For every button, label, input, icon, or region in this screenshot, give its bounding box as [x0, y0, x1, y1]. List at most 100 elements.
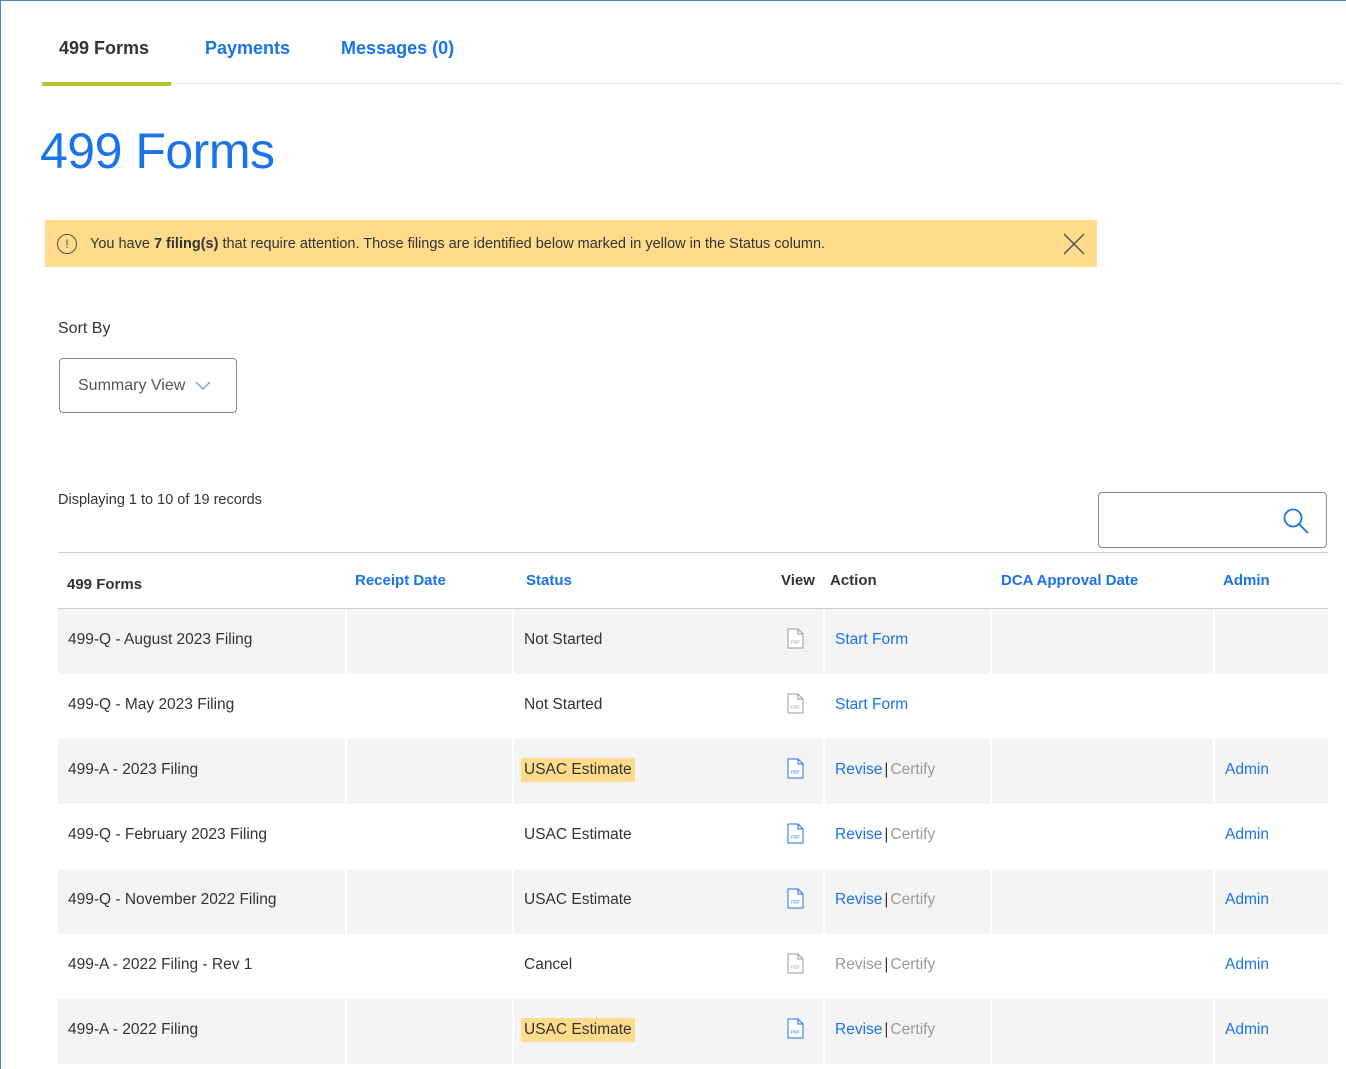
- tab-messages[interactable]: Messages (0): [307, 28, 471, 84]
- table-header: 499 Forms Receipt Date Status View Actio…: [58, 552, 1328, 609]
- table-body: 499-Q - August 2023 Filing Not Started PDF…: [58, 609, 1328, 1064]
- admin-link[interactable]: Admin: [1225, 1021, 1269, 1039]
- close-icon[interactable]: [1061, 231, 1087, 257]
- status-text: Not Started: [524, 696, 603, 713]
- col-view: View: [781, 572, 815, 589]
- col-499-forms: 499 Forms: [67, 576, 143, 593]
- pdf-icon[interactable]: PDF: [787, 628, 804, 649]
- cell-separator: [1213, 609, 1215, 674]
- action-cell: Revise | Certify: [835, 891, 935, 909]
- cell-separator: [512, 609, 514, 674]
- col-admin[interactable]: Admin: [1223, 572, 1270, 589]
- form-name: 499-Q - May 2023 Filing: [68, 696, 235, 713]
- form-name: 499-Q - August 2023 Filing: [68, 631, 253, 648]
- svg-text:PDF: PDF: [791, 705, 800, 710]
- svg-text:PDF: PDF: [791, 965, 800, 970]
- form-name: 499-Q - November 2022 Filing: [68, 891, 277, 908]
- action-divider: |: [884, 826, 889, 843]
- cell-separator: [1213, 869, 1215, 934]
- records-count: Displaying 1 to 10 of 19 records: [58, 492, 262, 508]
- sort-by-select[interactable]: Summary View: [59, 358, 237, 413]
- status-badge: USAC Estimate: [521, 758, 635, 782]
- cell-separator: [345, 609, 347, 674]
- cell-separator: [823, 869, 825, 934]
- form-name: 499-Q - February 2023 Filing: [68, 826, 268, 843]
- action-primary-link[interactable]: Revise: [835, 826, 882, 843]
- col-receipt-date[interactable]: Receipt Date: [355, 572, 446, 589]
- pdf-icon[interactable]: PDF: [787, 758, 804, 779]
- form-name: 499-A - 2022 Filing - Rev 1: [68, 956, 253, 973]
- admin-link[interactable]: Admin: [1225, 956, 1269, 974]
- svg-text:PDF: PDF: [791, 640, 800, 645]
- admin-link[interactable]: Admin: [1225, 891, 1269, 909]
- action-primary-link[interactable]: Start Form: [835, 696, 908, 713]
- admin-link[interactable]: Admin: [1225, 761, 1269, 779]
- cell-separator: [990, 739, 992, 804]
- action-divider: |: [884, 1021, 889, 1038]
- svg-text:PDF: PDF: [791, 770, 800, 775]
- status-text: USAC Estimate: [524, 891, 632, 908]
- pdf-icon[interactable]: PDF: [787, 888, 804, 909]
- admin-link[interactable]: Admin: [1225, 826, 1269, 844]
- action-primary-link[interactable]: Start Form: [835, 631, 908, 648]
- action-cell: Revise | Certify: [835, 826, 935, 844]
- search-icon[interactable]: [1282, 507, 1310, 535]
- action-certify-link: Certify: [890, 826, 936, 843]
- cell-separator: [512, 999, 514, 1064]
- pdf-icon[interactable]: PDF: [787, 953, 804, 974]
- table-row: 499-Q - August 2023 Filing Not Started PDF…: [58, 609, 1328, 674]
- pdf-icon[interactable]: PDF: [787, 1018, 804, 1039]
- status-text: Cancel: [524, 956, 573, 973]
- table-row: 499-Q - November 2022 Filing USAC Estimat…: [58, 869, 1328, 934]
- col-action: Action: [830, 572, 877, 589]
- tab-payments[interactable]: Payments: [171, 28, 307, 84]
- svg-text:PDF: PDF: [791, 835, 800, 840]
- action-primary-link[interactable]: Revise: [835, 891, 882, 908]
- sort-by-label: Sort By: [58, 320, 111, 337]
- status-badge: USAC Estimate: [521, 1018, 635, 1042]
- action-primary-link[interactable]: Revise: [835, 1021, 882, 1038]
- cell-separator: [823, 739, 825, 804]
- alert-text: You have 7 filing(s) that require attent…: [90, 236, 825, 252]
- form-name: 499-A - 2022 Filing: [68, 1021, 199, 1038]
- cell-separator: [1213, 739, 1215, 804]
- action-divider: |: [884, 761, 889, 778]
- table-row: 499-A - 2022 Filing USAC Estimate PDF Revis…: [58, 999, 1328, 1064]
- action-divider: |: [884, 956, 889, 973]
- action-primary-link[interactable]: Revise: [835, 761, 882, 778]
- action-certify-link: Certify: [890, 761, 936, 778]
- tab-499-forms[interactable]: 499 Forms: [42, 28, 171, 86]
- cell-separator: [345, 739, 347, 804]
- cell-separator: [345, 869, 347, 934]
- cell-separator: [512, 739, 514, 804]
- action-cell: Start Form: [835, 631, 908, 649]
- search-box: [1098, 492, 1327, 548]
- cell-separator: [990, 609, 992, 674]
- tab-bar: 499 Forms Payments Messages (0): [42, 28, 1342, 86]
- alert-prefix: You have: [90, 235, 154, 252]
- action-cell: Revise | Certify: [835, 956, 935, 974]
- pdf-icon[interactable]: PDF: [787, 823, 804, 844]
- table-row: 499-Q - February 2023 Filing USAC Estimat…: [58, 804, 1328, 869]
- status-text: USAC Estimate: [524, 826, 632, 843]
- svg-text:PDF: PDF: [791, 1030, 800, 1035]
- action-cell: Revise | Certify: [835, 1021, 935, 1039]
- cell-separator: [823, 999, 825, 1064]
- cell-separator: [823, 609, 825, 674]
- cell-separator: [1213, 999, 1215, 1064]
- sort-selected-value: Summary View: [78, 376, 186, 394]
- page-title: 499 Forms: [40, 123, 275, 179]
- action-certify-link: Certify: [890, 956, 936, 973]
- svg-text:PDF: PDF: [791, 900, 800, 905]
- forms-table: 499 Forms Receipt Date Status View Actio…: [58, 552, 1328, 1064]
- chevron-down-icon: [195, 381, 211, 390]
- alert-suffix: that require attention. Those filings ar…: [218, 235, 826, 252]
- col-status[interactable]: Status: [526, 572, 572, 589]
- pdf-icon[interactable]: PDF: [787, 693, 804, 714]
- alert-count: 7 filing(s): [153, 235, 219, 252]
- cell-separator: [345, 999, 347, 1064]
- attention-alert: ! You have 7 filing(s) that require atte…: [45, 220, 1097, 267]
- col-dca-approval-date[interactable]: DCA Approval Date: [1001, 572, 1138, 589]
- search-input[interactable]: [1109, 493, 1284, 545]
- action-cell: Start Form: [835, 696, 908, 714]
